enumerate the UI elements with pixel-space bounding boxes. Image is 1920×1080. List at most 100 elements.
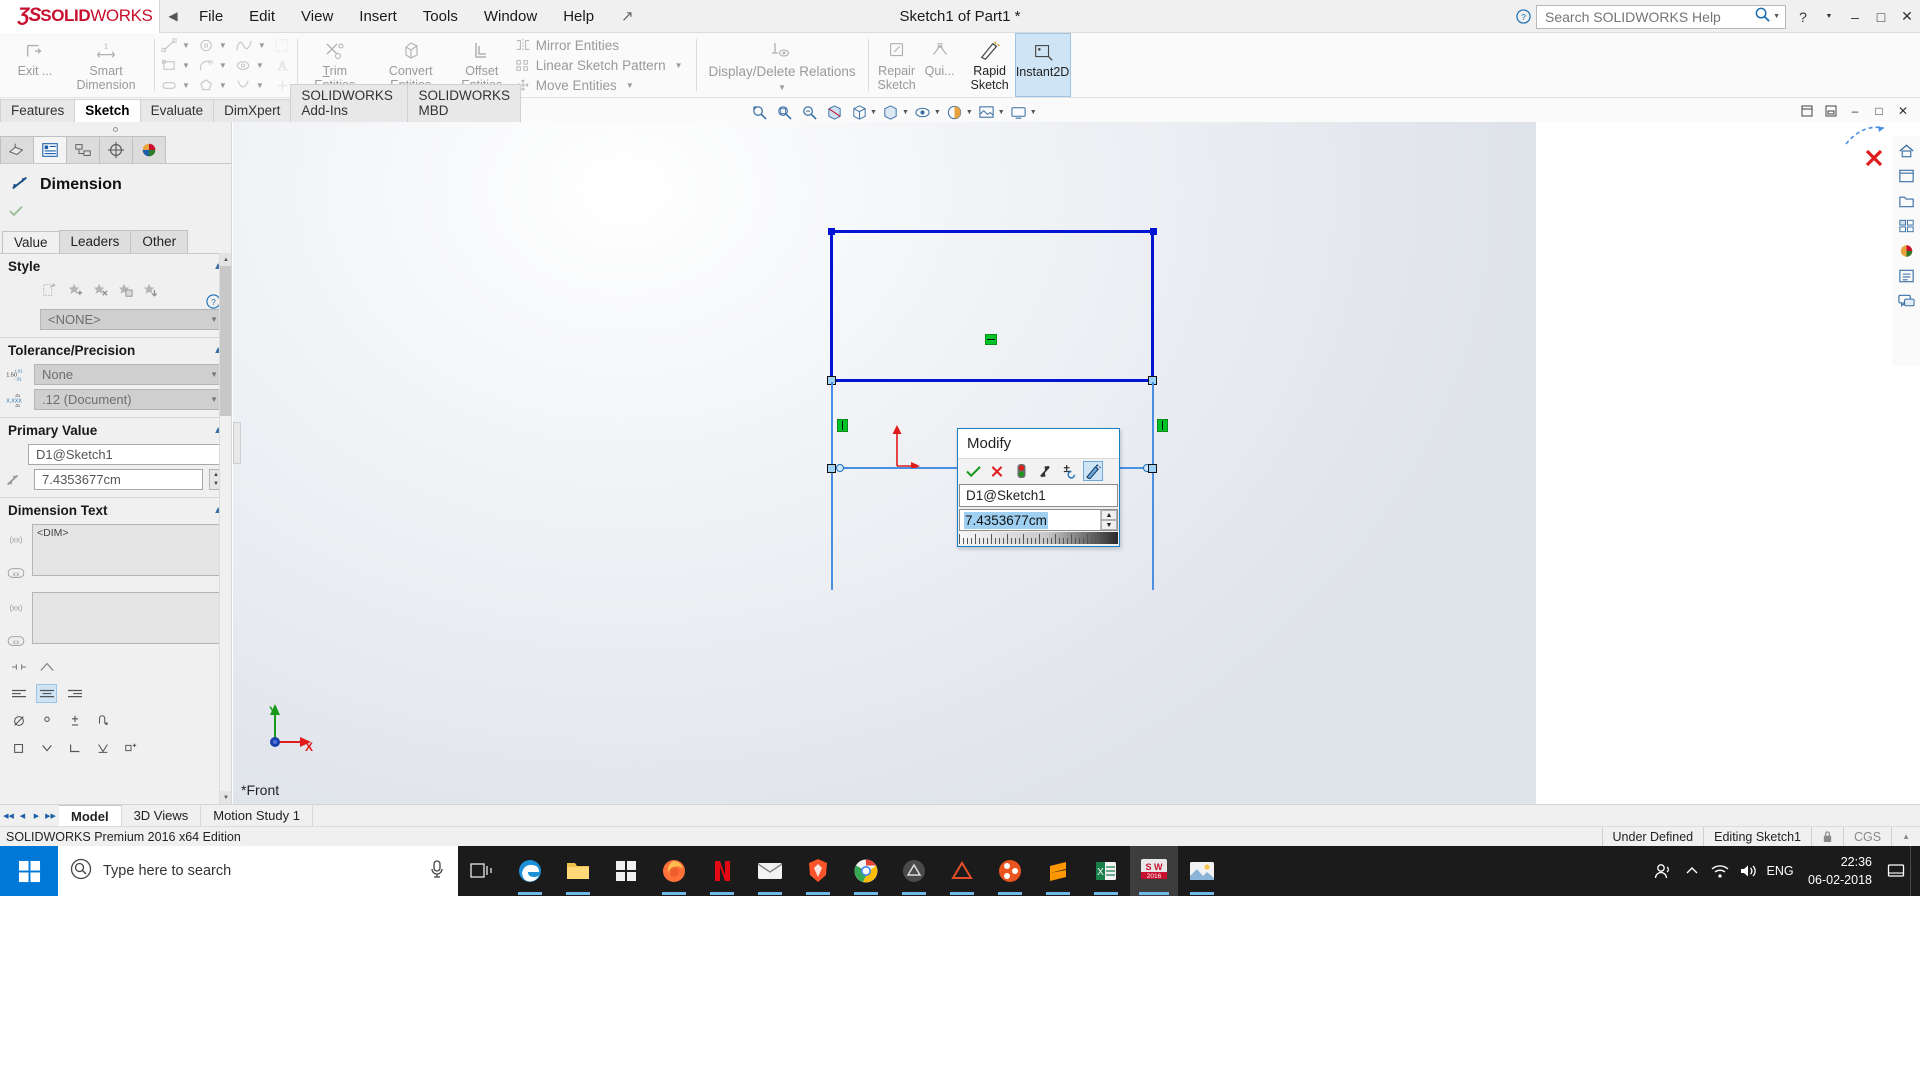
sketch-point-top-right[interactable] xyxy=(1150,228,1157,235)
maximize-button[interactable]: □ xyxy=(1868,0,1894,33)
align-left-icon[interactable] xyxy=(8,684,29,703)
scroll-up-icon[interactable]: ▲ xyxy=(220,253,231,266)
display-style-icon[interactable] xyxy=(880,101,902,123)
section-tolerance-precision[interactable]: Tolerance/Precision ▲ xyxy=(0,337,231,362)
menu-tools[interactable]: Tools xyxy=(410,2,471,31)
mail-icon[interactable] xyxy=(746,846,794,896)
rectangle-tool[interactable]: ▼ xyxy=(159,56,196,75)
vertical-relation-right[interactable] xyxy=(1157,419,1168,432)
modify-value-ruler-slider[interactable] xyxy=(959,532,1118,544)
photos-icon[interactable] xyxy=(1178,846,1226,896)
sketch-line-bottom[interactable] xyxy=(830,379,1154,382)
help-circle-icon[interactable]: ? xyxy=(1510,0,1536,33)
prev-icon[interactable]: ◀ xyxy=(16,808,29,824)
scene-caret-icon[interactable]: ▼ xyxy=(998,109,1005,116)
tab-dimxpert[interactable]: DimXpert xyxy=(213,99,292,122)
property-manager-scrollbar[interactable]: ▲ ▼ xyxy=(219,253,231,804)
feature-manager-tree-icon[interactable] xyxy=(0,136,34,163)
mark-for-drawing-icon[interactable] xyxy=(1083,461,1103,481)
bottom-tab-3d-views[interactable]: 3D Views xyxy=(122,805,202,826)
tab-sketch[interactable]: Sketch xyxy=(74,99,141,122)
line-caret-icon[interactable]: ▼ xyxy=(178,41,194,50)
section-dimension-text[interactable]: Dimension Text ▲ xyxy=(0,497,231,522)
excel-icon[interactable]: X xyxy=(1082,846,1130,896)
display-style-caret-icon[interactable]: ▼ xyxy=(902,109,909,116)
rectangle-caret-icon[interactable]: ▼ xyxy=(178,61,194,70)
modify-name-field[interactable]: D1@Sketch1 xyxy=(959,484,1118,507)
mirror-entities-button[interactable]: Mirror Entities xyxy=(512,35,690,55)
arc-tool[interactable]: ▼ xyxy=(196,56,233,75)
section-primary-value[interactable]: Primary Value ▲ xyxy=(0,417,231,442)
caret-up-icon[interactable]: ▲ xyxy=(1891,826,1920,847)
display-manager-icon[interactable] xyxy=(132,136,166,163)
panel-resize-handle[interactable] xyxy=(0,122,231,136)
quick-snaps-button[interactable]: Qui... xyxy=(921,33,959,97)
bottom-tab-motion-study[interactable]: Motion Study 1 xyxy=(201,805,313,826)
accept-icon[interactable] xyxy=(963,461,983,481)
ubuntu-icon[interactable] xyxy=(986,846,1034,896)
move-entities-caret-icon[interactable]: ▼ xyxy=(622,81,638,90)
reverse-direction-icon[interactable] xyxy=(1035,461,1055,481)
view-settings-icon[interactable] xyxy=(1008,101,1030,123)
file-explorer-icon[interactable] xyxy=(1894,190,1918,212)
microsoft-store-icon[interactable] xyxy=(602,846,650,896)
more-symbols-icon[interactable] xyxy=(92,711,113,730)
add-style-icon[interactable] xyxy=(67,282,83,302)
menu-insert[interactable]: Insert xyxy=(346,2,410,31)
last-icon[interactable]: ▶▶ xyxy=(44,808,57,824)
zoom-to-fit-icon[interactable] xyxy=(748,101,770,123)
accept-button[interactable] xyxy=(0,202,231,230)
language-indicator[interactable]: ENG xyxy=(1762,846,1798,896)
wifi-icon[interactable] xyxy=(1706,846,1734,896)
panel-splitter-handle[interactable] xyxy=(233,422,241,464)
circle-caret-icon[interactable]: ▼ xyxy=(215,41,231,50)
view-settings-caret-icon[interactable]: ▼ xyxy=(1030,109,1037,116)
menu-file[interactable]: File xyxy=(186,2,236,31)
brave-icon[interactable] xyxy=(794,846,842,896)
edit-appearance-icon[interactable] xyxy=(944,101,966,123)
polygon-tool[interactable]: ▼ xyxy=(196,76,233,95)
sketch-line-left[interactable] xyxy=(830,230,833,382)
property-manager-icon[interactable] xyxy=(33,136,67,163)
zoom-in-out-icon[interactable] xyxy=(798,101,820,123)
windows-start-icon[interactable] xyxy=(0,846,58,896)
slant-text-icon[interactable] xyxy=(36,657,57,676)
first-icon[interactable]: ◀◀ xyxy=(2,808,15,824)
modify-value-field[interactable]: 7.4353677cm xyxy=(960,511,1100,529)
restore-doc-icon[interactable] xyxy=(1796,101,1818,121)
arc-caret-icon[interactable]: ▼ xyxy=(215,61,231,70)
menu-window[interactable]: Window xyxy=(471,2,550,31)
modify-value-stepper[interactable]: ▲ ▼ xyxy=(1100,510,1117,530)
task-view-icon[interactable] xyxy=(458,846,506,896)
modify-dialog[interactable]: Modify D1@Sketch1 7.4353677cm ▲ ▼ xyxy=(957,428,1120,547)
app-icon[interactable] xyxy=(890,846,938,896)
caret-up-icon[interactable] xyxy=(1678,846,1706,896)
dimension-text-area[interactable]: <DIM> xyxy=(32,524,223,576)
load-style-icon[interactable] xyxy=(142,282,158,302)
sketch-origin-marker[interactable] xyxy=(888,422,920,472)
lock-icon[interactable] xyxy=(1810,826,1843,847)
more-icon[interactable] xyxy=(120,738,141,757)
doc-minimize-icon[interactable] xyxy=(1820,101,1842,121)
pushpin-icon[interactable]: ↗ xyxy=(607,7,648,25)
home-icon[interactable] xyxy=(1894,140,1918,162)
section-style[interactable]: Style ▲ xyxy=(0,253,231,278)
sketch-line-right[interactable] xyxy=(1151,230,1154,382)
dimension-name-field[interactable]: D1@Sketch1 xyxy=(28,444,223,465)
menu-view[interactable]: View xyxy=(288,2,346,31)
dimension-origin-point-left[interactable] xyxy=(827,464,836,473)
modify-dialog-title[interactable]: Modify xyxy=(958,429,1119,458)
tab-solidworks-addins[interactable]: SOLIDWORKS Add-Ins xyxy=(290,84,409,122)
spline-caret-icon[interactable]: ▼ xyxy=(254,41,270,50)
view-palette-icon[interactable] xyxy=(1894,215,1918,237)
microphone-icon[interactable] xyxy=(428,859,446,883)
appearance-caret-icon[interactable]: ▼ xyxy=(966,109,973,116)
tolerance-type-dropdown[interactable]: None ▼ xyxy=(34,364,223,385)
display-relations-caret-icon[interactable]: ▼ xyxy=(774,80,790,92)
linear-sketch-pattern-button[interactable]: Linear Sketch Pattern ▼ xyxy=(512,55,690,75)
volume-icon[interactable] xyxy=(1734,846,1762,896)
reset-increment-icon[interactable] xyxy=(1059,461,1079,481)
linear-pattern-caret-icon[interactable]: ▼ xyxy=(671,61,687,70)
spline-tool[interactable]: ▼ xyxy=(233,36,272,55)
section-view-icon[interactable] xyxy=(823,101,845,123)
